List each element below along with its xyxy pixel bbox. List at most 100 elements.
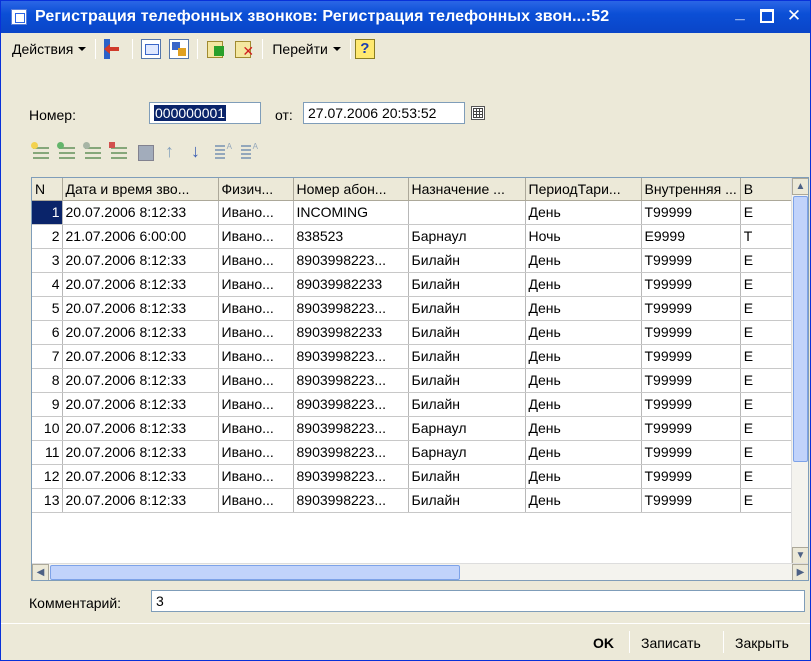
table-cell[interactable]: E xyxy=(740,440,793,465)
table-cell[interactable]: День xyxy=(525,296,642,321)
vertical-scroll-thumb[interactable] xyxy=(793,196,808,462)
table-cell[interactable]: 20.07.2006 8:12:33 xyxy=(62,416,219,441)
table-cell[interactable]: 5 xyxy=(32,296,63,321)
table-cell[interactable]: T99999 xyxy=(641,272,741,297)
table-cell[interactable]: День xyxy=(525,416,642,441)
table-cell[interactable]: Ивано... xyxy=(218,416,294,441)
table-cell[interactable]: 20.07.2006 8:12:33 xyxy=(62,488,219,513)
table-cell[interactable]: 20.07.2006 8:12:33 xyxy=(62,248,219,273)
table-cell[interactable]: Билайн xyxy=(408,488,526,513)
table-cell[interactable]: T99999 xyxy=(641,440,741,465)
close-button[interactable]: Закрыть xyxy=(735,631,789,655)
table-cell[interactable]: 20.07.2006 8:12:33 xyxy=(62,344,219,369)
calendar-icon[interactable] xyxy=(471,106,485,120)
table-cell[interactable]: Барнаул xyxy=(408,440,526,465)
scroll-right-icon[interactable]: ▶ xyxy=(792,564,808,580)
table-cell[interactable]: Ивано... xyxy=(218,200,294,225)
add-row-icon[interactable] xyxy=(31,142,51,162)
table-cell[interactable]: E xyxy=(740,248,793,273)
sort-asc-icon[interactable] xyxy=(213,142,233,162)
actions-menu-button[interactable]: Действия xyxy=(7,37,91,61)
table-cell[interactable]: 8903998223... xyxy=(293,440,409,465)
table-cell[interactable]: Билайн xyxy=(408,248,526,273)
table-cell[interactable]: 20.07.2006 8:12:33 xyxy=(62,464,219,489)
table-cell[interactable]: День xyxy=(525,248,642,273)
end-edit-icon[interactable] xyxy=(135,142,155,162)
table-row[interactable]: 8 20.07.2006 8:12:33 Ивано... 8903998223...… xyxy=(32,368,793,393)
table-cell[interactable]: 6 xyxy=(32,320,63,345)
date-field[interactable]: 27.07.2006 20:53:52 xyxy=(303,102,465,124)
unpost-document-icon[interactable] xyxy=(234,39,254,60)
table-row[interactable]: 7 20.07.2006 8:12:33 Ивано... 8903998223...… xyxy=(32,344,793,369)
table-cell[interactable]: T99999 xyxy=(641,248,741,273)
table-cell[interactable]: 20.07.2006 8:12:33 xyxy=(62,368,219,393)
table-cell[interactable]: День xyxy=(525,440,642,465)
column-header[interactable]: В xyxy=(740,178,793,201)
scroll-left-icon[interactable]: ◀ xyxy=(32,564,49,580)
table-cell[interactable]: T99999 xyxy=(641,320,741,345)
table-cell[interactable]: E xyxy=(740,344,793,369)
scroll-down-icon[interactable]: ▼ xyxy=(792,547,808,564)
move-up-icon[interactable] xyxy=(161,141,181,162)
edit-row-icon[interactable] xyxy=(83,142,103,162)
table-cell[interactable]: 838523 xyxy=(293,224,409,249)
table-cell[interactable]: T99999 xyxy=(641,200,741,225)
table-row[interactable]: 11 20.07.2006 8:12:33 Ивано... 8903998223..… xyxy=(32,440,793,465)
table-cell[interactable]: 20.07.2006 8:12:33 xyxy=(62,272,219,297)
table-cell[interactable]: T99999 xyxy=(641,464,741,489)
table-cell[interactable]: E xyxy=(740,464,793,489)
table-cell[interactable]: 13 xyxy=(32,488,63,513)
column-header[interactable]: ПериодТари... xyxy=(525,178,642,201)
table-cell[interactable]: Ивано... xyxy=(218,272,294,297)
column-header[interactable]: Назначение ... xyxy=(408,178,526,201)
table-cell[interactable]: 1 xyxy=(32,200,63,225)
table-cell[interactable]: Ивано... xyxy=(218,488,294,513)
table-cell[interactable]: 7 xyxy=(32,344,63,369)
copy-row-icon[interactable] xyxy=(57,142,77,162)
table-cell[interactable] xyxy=(408,200,526,225)
table-cell[interactable]: 89039982233 xyxy=(293,320,409,345)
table-cell[interactable]: Ивано... xyxy=(218,344,294,369)
table-cell[interactable]: T99999 xyxy=(641,368,741,393)
ok-button[interactable]: OK xyxy=(593,631,614,655)
table-cell[interactable]: Билайн xyxy=(408,464,526,489)
horizontal-scroll-thumb[interactable] xyxy=(50,565,460,580)
column-header[interactable]: Номер абон... xyxy=(293,178,409,201)
table-cell[interactable]: День xyxy=(525,488,642,513)
table-cell[interactable]: 11 xyxy=(32,440,63,465)
table-cell[interactable]: 8903998223... xyxy=(293,344,409,369)
table-cell[interactable]: T99999 xyxy=(641,488,741,513)
move-down-icon[interactable] xyxy=(187,141,207,162)
table-cell[interactable]: E xyxy=(740,392,793,417)
sort-desc-icon[interactable] xyxy=(239,142,259,162)
table-row[interactable]: 3 20.07.2006 8:12:33 Ивано... 8903998223...… xyxy=(32,248,793,273)
table-cell[interactable]: День xyxy=(525,272,642,297)
save-button[interactable]: Записать xyxy=(641,631,701,655)
table-cell[interactable]: Ивано... xyxy=(218,368,294,393)
column-header[interactable]: Внутренняя ... xyxy=(641,178,741,201)
table-cell[interactable]: День xyxy=(525,344,642,369)
table-cell[interactable]: День xyxy=(525,464,642,489)
table-cell[interactable]: 20.07.2006 8:12:33 xyxy=(62,320,219,345)
table-cell[interactable]: 8903998223... xyxy=(293,392,409,417)
table-row[interactable]: 4 20.07.2006 8:12:33 Ивано... 89039982233 Би… xyxy=(32,272,793,297)
column-header[interactable]: N xyxy=(32,178,63,201)
table-cell[interactable]: 20.07.2006 8:12:33 xyxy=(62,440,219,465)
table-cell[interactable]: Ивано... xyxy=(218,224,294,249)
table-cell[interactable]: E xyxy=(740,416,793,441)
table-cell[interactable]: 89039982233 xyxy=(293,272,409,297)
calls-table[interactable]: N Дата и время зво... Физич... Номер абон..… xyxy=(31,177,809,581)
table-cell[interactable]: T99999 xyxy=(641,416,741,441)
table-cell[interactable]: E9999 xyxy=(641,224,741,249)
table-cell[interactable]: 4 xyxy=(32,272,63,297)
table-cell[interactable]: 20.07.2006 8:12:33 xyxy=(62,392,219,417)
table-cell[interactable]: E xyxy=(740,296,793,321)
table-cell[interactable]: 9 xyxy=(32,392,63,417)
table-cell[interactable]: T99999 xyxy=(641,344,741,369)
table-cell[interactable]: INCOMING xyxy=(293,200,409,225)
table-cell[interactable]: E xyxy=(740,272,793,297)
close-icon[interactable] xyxy=(784,6,804,26)
help-icon[interactable]: ? xyxy=(354,39,375,59)
table-cell[interactable]: Ивано... xyxy=(218,464,294,489)
table-cell[interactable]: 8903998223... xyxy=(293,488,409,513)
